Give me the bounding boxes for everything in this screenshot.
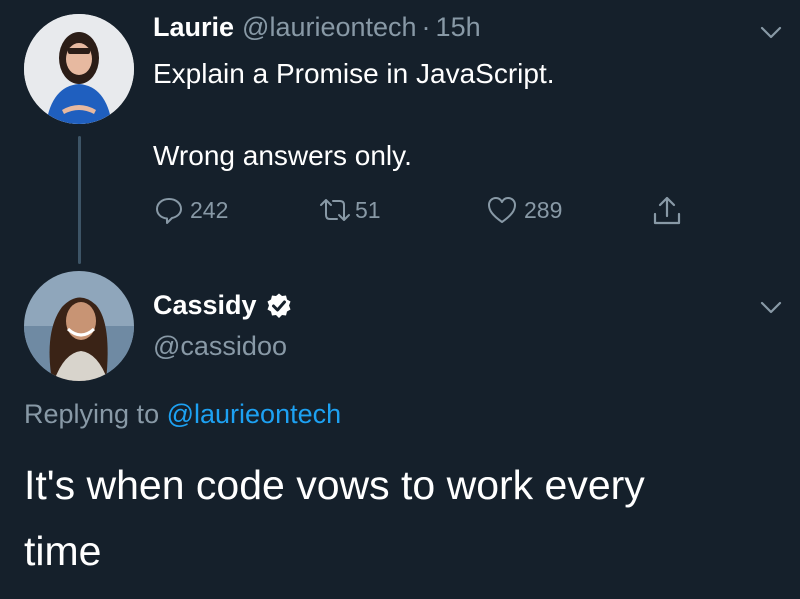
avatar-cassidy[interactable] [24,271,134,381]
thread-line [78,136,81,264]
like-icon [488,197,516,223]
author-handle[interactable]: @laurieontech [242,12,417,43]
chevron-down-icon[interactable] [758,19,784,45]
retweet-button[interactable]: 51 [317,195,381,225]
tweet2-text-line2: time [24,528,102,574]
like-button[interactable]: 289 [486,195,562,225]
avatar-laurie[interactable] [24,14,134,124]
retweet-icon [320,199,350,221]
tweet1-text-line2: Wrong answers only. [153,140,412,171]
author-name[interactable]: Laurie [153,12,234,43]
share-icon[interactable] [650,194,684,228]
separator-dot: · [421,12,431,42]
tweet-time[interactable]: 15h [436,12,481,43]
reply-count: 242 [190,196,229,223]
retweet-count: 51 [355,196,381,223]
author-name[interactable]: Cassidy [153,290,257,321]
reply-icon [156,198,182,224]
replying-to-label: Replying to [24,399,160,429]
replying-to-handle[interactable]: @laurieontech [167,399,342,429]
author-handle[interactable]: @cassidoo [153,331,287,362]
tweet1-header: Laurie @laurieontech · 15h [153,12,481,43]
verified-icon [267,293,291,318]
chevron-down-icon[interactable] [758,294,784,320]
tweet2-author: Cassidy [153,290,293,321]
like-count: 289 [524,196,563,223]
replying-to: Replying to @laurieontech [24,399,341,430]
avatar-laurie-image [24,14,134,124]
tweet2-text-line1: It's when code vows to work every [24,462,645,508]
reply-button[interactable]: 242 [154,195,228,225]
tweet1-text-line1: Explain a Promise in JavaScript. [153,58,555,89]
avatar-cassidy-image [24,271,134,381]
